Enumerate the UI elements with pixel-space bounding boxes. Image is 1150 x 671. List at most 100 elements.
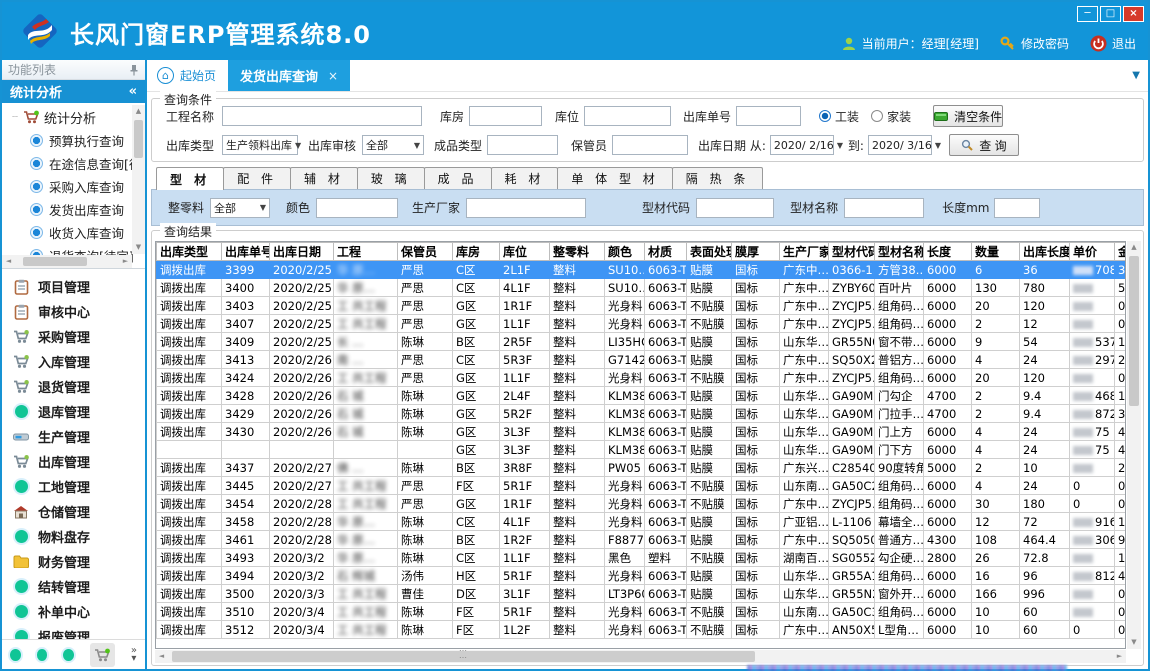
table-cell[interactable]: 188	[1115, 387, 1127, 405]
table-cell[interactable]: 996	[1020, 585, 1070, 603]
table-cell[interactable]: 6000	[924, 621, 972, 639]
table-cell[interactable]: 国标	[732, 549, 780, 567]
table-cell[interactable]: 贴膜	[687, 531, 732, 549]
footer-dot-icon[interactable]	[63, 649, 74, 661]
keeper-input[interactable]	[612, 135, 688, 155]
column-header[interactable]: 生产厂家	[780, 243, 829, 261]
collapse-icon[interactable]: «	[129, 84, 137, 99]
table-cell[interactable]: 广东中…	[780, 351, 829, 369]
table-row-9[interactable]: 调拨出库34302020/2/26石 城陈琳G区3L3F整料KLM3817606…	[157, 423, 1127, 441]
table-cell[interactable]: 不贴膜	[687, 315, 732, 333]
table-cell[interactable]: 3403	[222, 297, 270, 315]
tree-horizontal-scrollbar[interactable]: ◄ ►	[2, 255, 132, 268]
table-cell[interactable]: 423	[1115, 441, 1127, 459]
table-cell[interactable]: 6000	[924, 423, 972, 441]
table-cell[interactable]: 光身料	[605, 297, 645, 315]
table-cell[interactable]: 塑料	[645, 549, 687, 567]
table-cell[interactable]: AN50X50X2	[829, 621, 875, 639]
sidebar-item-11[interactable]: 财务管理	[2, 549, 145, 574]
table-cell[interactable]: 华 原…	[334, 513, 398, 531]
table-row-12[interactable]: 调拨出库34452020/2/27工 共工程严思F区5R1F整料光身料6063-…	[157, 477, 1127, 495]
column-header[interactable]: 出库长度	[1020, 243, 1070, 261]
table-cell[interactable]: 537	[1070, 333, 1115, 351]
table-cell[interactable]: 180	[1020, 495, 1070, 513]
column-header[interactable]: 型材名称	[875, 243, 924, 261]
table-cell[interactable]: 0	[1115, 297, 1127, 315]
table-cell[interactable]: 6000	[924, 567, 972, 585]
table-cell[interactable]: 整料	[550, 315, 605, 333]
table-cell[interactable]: 普铝方…	[875, 351, 924, 369]
table-cell[interactable]: 调拨出库	[157, 369, 222, 387]
table-cell[interactable]: 24	[1020, 441, 1070, 459]
table-cell[interactable]: ZYCJP5…	[829, 297, 875, 315]
table-cell[interactable]: 光身料	[605, 513, 645, 531]
table-cell[interactable]: 国标	[732, 495, 780, 513]
close-button[interactable]: ×	[1123, 6, 1144, 22]
table-row-14[interactable]: 调拨出库34582020/2/28华 原…陈琳C区4L1F整料光身料6063-T…	[157, 513, 1127, 531]
table-cell[interactable]: 陈琳	[398, 549, 453, 567]
table-cell[interactable]: 国标	[732, 459, 780, 477]
scroll-down-icon[interactable]: ▼	[132, 241, 145, 254]
warehouse-input[interactable]	[469, 106, 542, 126]
table-cell[interactable]: 陈琳	[398, 333, 453, 351]
table-cell[interactable]: 3458	[222, 513, 270, 531]
table-cell[interactable]: 6063-T5	[645, 279, 687, 297]
table-cell[interactable]: GA90M08.	[829, 423, 875, 441]
table-cell[interactable]: 陈琳	[398, 531, 453, 549]
table-cell[interactable]: 123	[1115, 513, 1127, 531]
table-cell[interactable]: 6063-T5	[645, 513, 687, 531]
table-cell[interactable]: 3461	[222, 531, 270, 549]
table-cell[interactable]: 不贴膜	[687, 297, 732, 315]
column-header[interactable]: 型材代码	[829, 243, 875, 261]
tree-vertical-scrollbar[interactable]: ▲ ▼	[132, 105, 145, 254]
column-header[interactable]: 出库类型	[157, 243, 222, 261]
table-cell[interactable]: 72	[1020, 513, 1070, 531]
table-cell[interactable]: G区	[453, 369, 500, 387]
column-header[interactable]: 长度	[924, 243, 972, 261]
sidebar-item-4[interactable]: 退货管理	[2, 374, 145, 399]
table-row-20[interactable]: 调拨出库35122020/3/4工 共工程陈琳F区1L2F整料光身料6063-T…	[157, 621, 1127, 639]
table-cell[interactable]: 整料	[550, 459, 605, 477]
table-row-2[interactable]: 调拨出库34032020/2/25工 共工程严思G区1R1F整料光身料6063-…	[157, 297, 1127, 315]
table-cell[interactable]: ZYCJP5…	[829, 315, 875, 333]
scroll-left-icon[interactable]: ◄	[155, 650, 168, 663]
table-cell[interactable]: 陈琳	[398, 513, 453, 531]
table-cell[interactable]: 5R1F	[500, 567, 550, 585]
table-cell[interactable]: 1L1F	[500, 315, 550, 333]
table-cell[interactable]: 贴膜	[687, 333, 732, 351]
table-cell[interactable]: 工 共工程	[334, 315, 398, 333]
table-cell[interactable]: 华 原…	[334, 261, 398, 279]
table-cell[interactable]: 6063-T5	[645, 531, 687, 549]
table-cell[interactable]: 整料	[550, 387, 605, 405]
table-cell[interactable]: 3400	[222, 279, 270, 297]
table-cell[interactable]: 6000	[924, 441, 972, 459]
table-cell[interactable]: 整料	[550, 603, 605, 621]
table-cell[interactable]: 南 …	[334, 351, 398, 369]
table-cell[interactable]: 华 原…	[334, 549, 398, 567]
table-cell[interactable]: 勾企硬…	[875, 549, 924, 567]
table-cell[interactable]: 464.4	[1020, 531, 1070, 549]
footer-cart-button[interactable]	[90, 643, 115, 667]
table-cell[interactable]: 6000	[924, 513, 972, 531]
scroll-down-icon[interactable]: ▼	[1127, 636, 1141, 649]
table-cell[interactable]: 6063-T5	[645, 441, 687, 459]
date-from-picker[interactable]: 2020/ 2/16▼	[770, 135, 834, 155]
sidebar-item-13[interactable]: 补单中心	[2, 599, 145, 624]
table-cell[interactable]: 3L1F	[500, 585, 550, 603]
table-cell[interactable]: 4	[972, 423, 1020, 441]
column-header[interactable]: 表面处理	[687, 243, 732, 261]
table-cell[interactable]: 120	[1020, 297, 1070, 315]
table-cell[interactable]: 2972	[1070, 351, 1115, 369]
table-cell[interactable]: 广东中…	[780, 531, 829, 549]
sidebar-item-1[interactable]: 审核中心	[2, 299, 145, 324]
table-cell[interactable]: 贴膜	[687, 585, 732, 603]
table-cell[interactable]: 调拨出库	[157, 603, 222, 621]
table-cell[interactable]: 6000	[924, 261, 972, 279]
table-cell[interactable]: 贴膜	[687, 405, 732, 423]
table-cell[interactable]: 6000	[924, 297, 972, 315]
table-cell[interactable]: 整料	[550, 549, 605, 567]
table-cell[interactable]: 门拉手…	[875, 405, 924, 423]
table-cell[interactable]: 严思	[398, 279, 453, 297]
table-cell[interactable]: 6063-T5	[645, 297, 687, 315]
table-cell[interactable]	[1070, 369, 1115, 387]
